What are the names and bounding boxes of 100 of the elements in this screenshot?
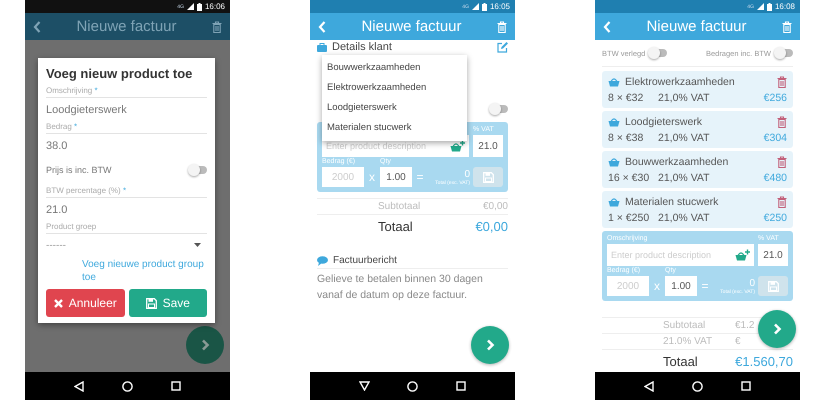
next-button[interactable]: [471, 326, 509, 364]
briefcase-icon: [317, 42, 327, 52]
vat-rate: 21,0% VAT: [658, 212, 711, 224]
down-triangle-icon[interactable]: [358, 381, 370, 391]
field-label: Omschrijving *: [46, 86, 207, 98]
edit-icon[interactable]: [497, 42, 508, 52]
next-button[interactable]: [758, 310, 796, 348]
total-value: €0,00: [482, 201, 508, 212]
battery-icon: [196, 2, 202, 10]
field-label: Product groep: [46, 222, 207, 234]
line-total: 0: [749, 278, 755, 288]
quantity-field[interactable]: 1.00: [665, 276, 697, 296]
total-value: €0,00: [474, 218, 508, 234]
caret-icon: [194, 243, 201, 247]
screen-title: Nieuwe factuur: [75, 18, 178, 35]
section-title: Details klant: [332, 41, 393, 53]
equals-sign: =: [700, 279, 710, 293]
screen-title: Nieuwe factuur: [360, 18, 463, 35]
trash-icon[interactable]: [777, 196, 787, 208]
total-label: Totaal: [663, 354, 699, 368]
signal-icon: [186, 3, 194, 10]
chevron-right-icon: [200, 339, 210, 351]
signal-icon: [756, 3, 764, 10]
vat-rate: 21,0% VAT: [658, 172, 711, 184]
switch-label: Prijs is inc. BTW: [46, 165, 112, 175]
vat-rate: 21,0% VAT: [658, 92, 711, 104]
floppy-icon: [146, 298, 157, 308]
text-field[interactable]: 38.0: [46, 134, 207, 158]
recents-icon[interactable]: [456, 381, 466, 391]
clock-time: 16:08: [774, 2, 795, 11]
trash-icon[interactable]: [777, 116, 787, 128]
times-sign: x: [368, 170, 376, 184]
clock-time: 16:05: [490, 2, 510, 11]
line-total: €256: [764, 92, 787, 104]
equals-sign: =: [415, 170, 424, 184]
basket-icon: [608, 117, 620, 127]
total-value: €1.2: [735, 320, 754, 331]
line-total: €250: [764, 212, 787, 224]
trash-icon[interactable]: [777, 156, 787, 168]
product-name: Bouwwerkzaamheden: [625, 156, 730, 168]
quantity-price: 16 × €30: [608, 172, 650, 184]
total-label: 21.0% VAT: [663, 336, 714, 347]
menu-item[interactable]: Materialen stucwerk: [322, 118, 467, 138]
next-button[interactable]: [186, 326, 224, 364]
battery-icon: [766, 2, 772, 10]
total-label: Subtotaal: [378, 201, 422, 212]
basket-icon: [608, 157, 620, 167]
signal-icon: [472, 3, 479, 10]
menu-item[interactable]: Loodgieterswerk: [322, 98, 467, 118]
total-label: Subtotaal: [663, 320, 706, 331]
toggle-switch[interactable]: [649, 49, 668, 57]
basket-plus-icon[interactable]: [735, 249, 750, 261]
quantity-price: 8 × €32: [608, 92, 644, 104]
screen-title: Nieuwe factuur: [645, 18, 748, 35]
trash-icon[interactable]: [212, 20, 222, 32]
menu-item[interactable]: Elektrowerkzaamheden: [322, 78, 467, 98]
product-name: Elektrowerkzaamheden: [625, 76, 736, 88]
chevron-right-icon: [772, 323, 782, 335]
trash-icon[interactable]: [777, 76, 787, 88]
product-name: Loodgieterswerk: [625, 116, 704, 128]
toggle-switch[interactable]: [775, 49, 793, 57]
times-sign: x: [653, 279, 661, 293]
total-value: €1.560,70: [735, 354, 793, 368]
toggle-switch[interactable]: [490, 105, 508, 113]
quantity-field[interactable]: 1.00: [380, 167, 412, 187]
field-label: Bedrag *: [46, 122, 207, 134]
vat-field[interactable]: 21.0: [758, 244, 788, 266]
total-label: Totaal: [378, 218, 414, 234]
cancel-button[interactable]: Annuleer: [46, 289, 124, 317]
menu-item[interactable]: Bouwwerkzaamheden: [322, 58, 467, 78]
line-total: €304: [764, 132, 787, 144]
section-title: Factuurbericht: [333, 255, 397, 266]
floppy-icon: [768, 280, 778, 292]
basket-icon: [608, 197, 620, 207]
recents-icon[interactable]: [741, 381, 751, 391]
basket-plus-icon[interactable]: [450, 140, 465, 152]
quantity-price: 1 × €250: [608, 212, 650, 224]
home-icon[interactable]: [122, 380, 133, 392]
field-label: BTW percentage (%) *: [46, 186, 207, 198]
home-icon[interactable]: [407, 380, 418, 392]
invoice-message: Gelieve te betalen binnen 30 dagen vanaf de datum op deze factuur.: [317, 272, 484, 303]
text-field[interactable]: Loodgieterswerk: [46, 98, 207, 122]
battery-icon: [482, 2, 487, 10]
chevron-right-icon: [486, 339, 494, 351]
text-field[interactable]: 21.0: [46, 198, 207, 222]
speech-bubble-icon: [317, 256, 328, 266]
line-total: 0: [464, 168, 470, 180]
floppy-icon: [482, 172, 494, 182]
close-icon: [54, 298, 63, 308]
line-total: €480: [764, 172, 787, 184]
home-icon[interactable]: [692, 380, 703, 392]
toggle-switch[interactable]: [189, 166, 207, 174]
recents-icon[interactable]: [171, 381, 181, 391]
vat-field[interactable]: 21.0: [473, 135, 503, 157]
total-value: €: [735, 336, 741, 347]
dialog-title: Voeg nieuw product toe: [46, 66, 194, 81]
product-name: Materialen stucwerk: [625, 196, 720, 208]
clock-time: 16:06: [204, 2, 225, 11]
basket-icon: [608, 77, 620, 87]
vat-rate: 21,0% VAT: [658, 132, 711, 144]
